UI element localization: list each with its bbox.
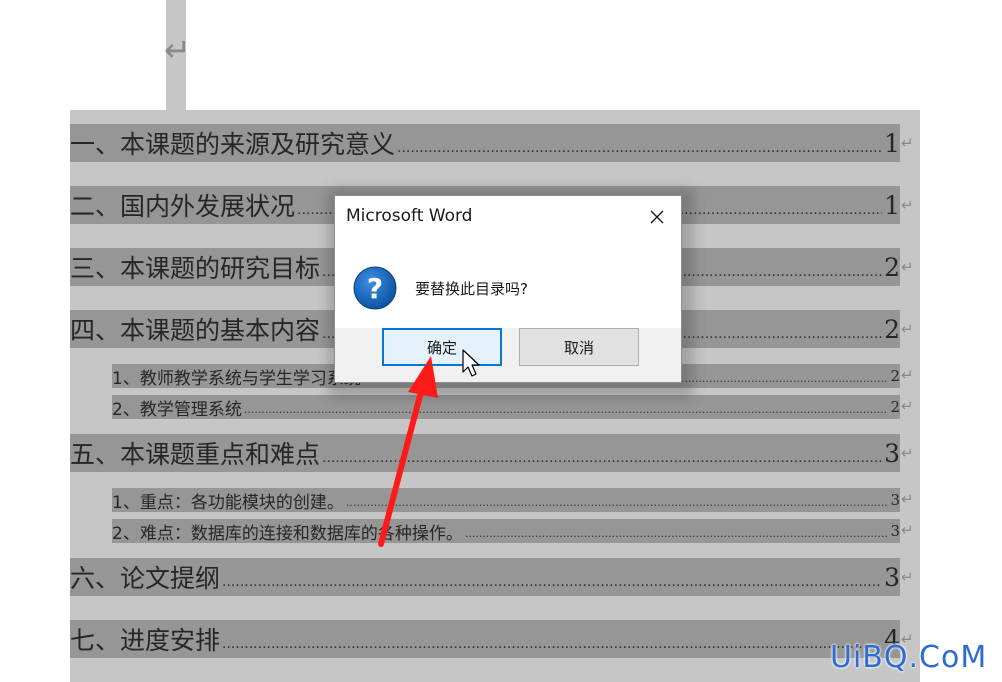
paragraph-mark-icon: ↵ — [901, 490, 914, 508]
toc-leader-dots: ........................................… — [322, 451, 883, 466]
toc-entry-title: 2、教学管理系统 — [112, 399, 242, 420]
toc-entry-page: 1 — [884, 128, 900, 158]
toc-entry-page: 3 — [890, 522, 900, 540]
ok-button[interactable]: 确定 — [382, 328, 502, 366]
toc-leader-dots: ........................................… — [243, 404, 889, 416]
dialog-footer: 确定 取消 — [335, 328, 681, 382]
dialog-body: ? 要替换此目录吗? — [335, 238, 681, 328]
toc-entry-title: 六、论文提纲 — [70, 564, 221, 593]
toc-leader-dots: ........................................… — [345, 497, 889, 509]
paragraph-mark-icon: ↵ — [901, 397, 914, 415]
paragraph-mark-icon: ↵ — [901, 366, 914, 384]
toc-entry-page: 3 — [890, 491, 900, 509]
toc-entry-page: 1 — [884, 190, 900, 220]
toc-entry-title: 三、本课题的研究目标 — [70, 254, 321, 283]
paragraph-mark-icon: ↵ — [901, 568, 914, 586]
toc-entry[interactable]: 六、论文提纲 .................................… — [70, 558, 900, 596]
paragraph-mark-icon: ↵ — [901, 196, 914, 214]
toc-entry[interactable]: 七、进度安排 .................................… — [70, 620, 900, 658]
toc-entry-page: 2 — [884, 252, 900, 282]
toc-entry-title: 二、国内外发展状况 — [70, 192, 296, 221]
replace-toc-dialog: Microsoft Word ? 要替换此目录吗? 确定 取消 — [334, 195, 682, 383]
toc-entry[interactable]: 1、重点：各功能模块的创建。 .........................… — [112, 488, 900, 512]
toc-entry-title: 四、本课题的基本内容 — [70, 316, 321, 345]
question-icon: ? — [353, 266, 397, 310]
toc-entry-title: 1、重点：各功能模块的创建。 — [112, 492, 344, 513]
toc-entry-title: 一、本课题的来源及研究意义 — [70, 130, 396, 159]
paragraph-mark-icon: ↵ — [901, 521, 914, 539]
toc-entry-title: 1、教师教学系统与学生学习系统 — [112, 368, 361, 389]
watermark-logo: UiBQ.CoM — [830, 640, 988, 675]
dialog-titlebar[interactable]: Microsoft Word — [335, 196, 681, 238]
dialog-title: Microsoft Word — [346, 206, 473, 226]
toc-leader-dots: ........................................… — [222, 637, 882, 652]
toc-entry-page: 3 — [884, 438, 900, 468]
paragraph-mark-icon: ↵ — [901, 444, 914, 462]
toc-leader-dots: ........................................… — [464, 528, 889, 540]
paragraph-mark-icon: ↵ — [164, 31, 191, 69]
dialog-message: 要替换此目录吗? — [415, 280, 528, 298]
toc-entry-page: 3 — [884, 562, 900, 592]
toc-entry-title: 2、难点：数据库的连接和数据库的各种操作。 — [112, 523, 463, 544]
paragraph-mark-icon: ↵ — [901, 320, 914, 338]
paragraph-mark-icon: ↵ — [901, 134, 914, 152]
word-document-canvas: ↵ 一、本课题的来源及研究意义 ........................… — [0, 0, 1002, 682]
toc-leader-dots: ........................................… — [397, 141, 883, 156]
toc-entry-title: 七、进度安排 — [70, 626, 221, 655]
paragraph-mark-icon: ↵ — [901, 258, 914, 276]
toc-leader-dots: ........................................… — [222, 575, 882, 590]
toc-entry[interactable]: 2、难点：数据库的连接和数据库的各种操作。 ..................… — [112, 519, 900, 543]
toc-entry[interactable]: 2、教学管理系统 ...............................… — [112, 395, 900, 419]
toc-entry-page: 2 — [890, 398, 900, 416]
toc-entry-title: 五、本课题重点和难点 — [70, 440, 321, 469]
toc-entry[interactable]: 五、本课题重点和难点 .............................… — [70, 434, 900, 472]
close-button[interactable] — [641, 202, 673, 232]
toc-entry-page: 2 — [890, 367, 900, 385]
svg-text:?: ? — [367, 272, 383, 305]
cancel-button[interactable]: 取消 — [519, 328, 639, 366]
close-icon — [650, 210, 664, 224]
toc-entry-page: 2 — [884, 314, 900, 344]
toc-entry[interactable]: 一、本课题的来源及研究意义 ..........................… — [70, 124, 900, 162]
